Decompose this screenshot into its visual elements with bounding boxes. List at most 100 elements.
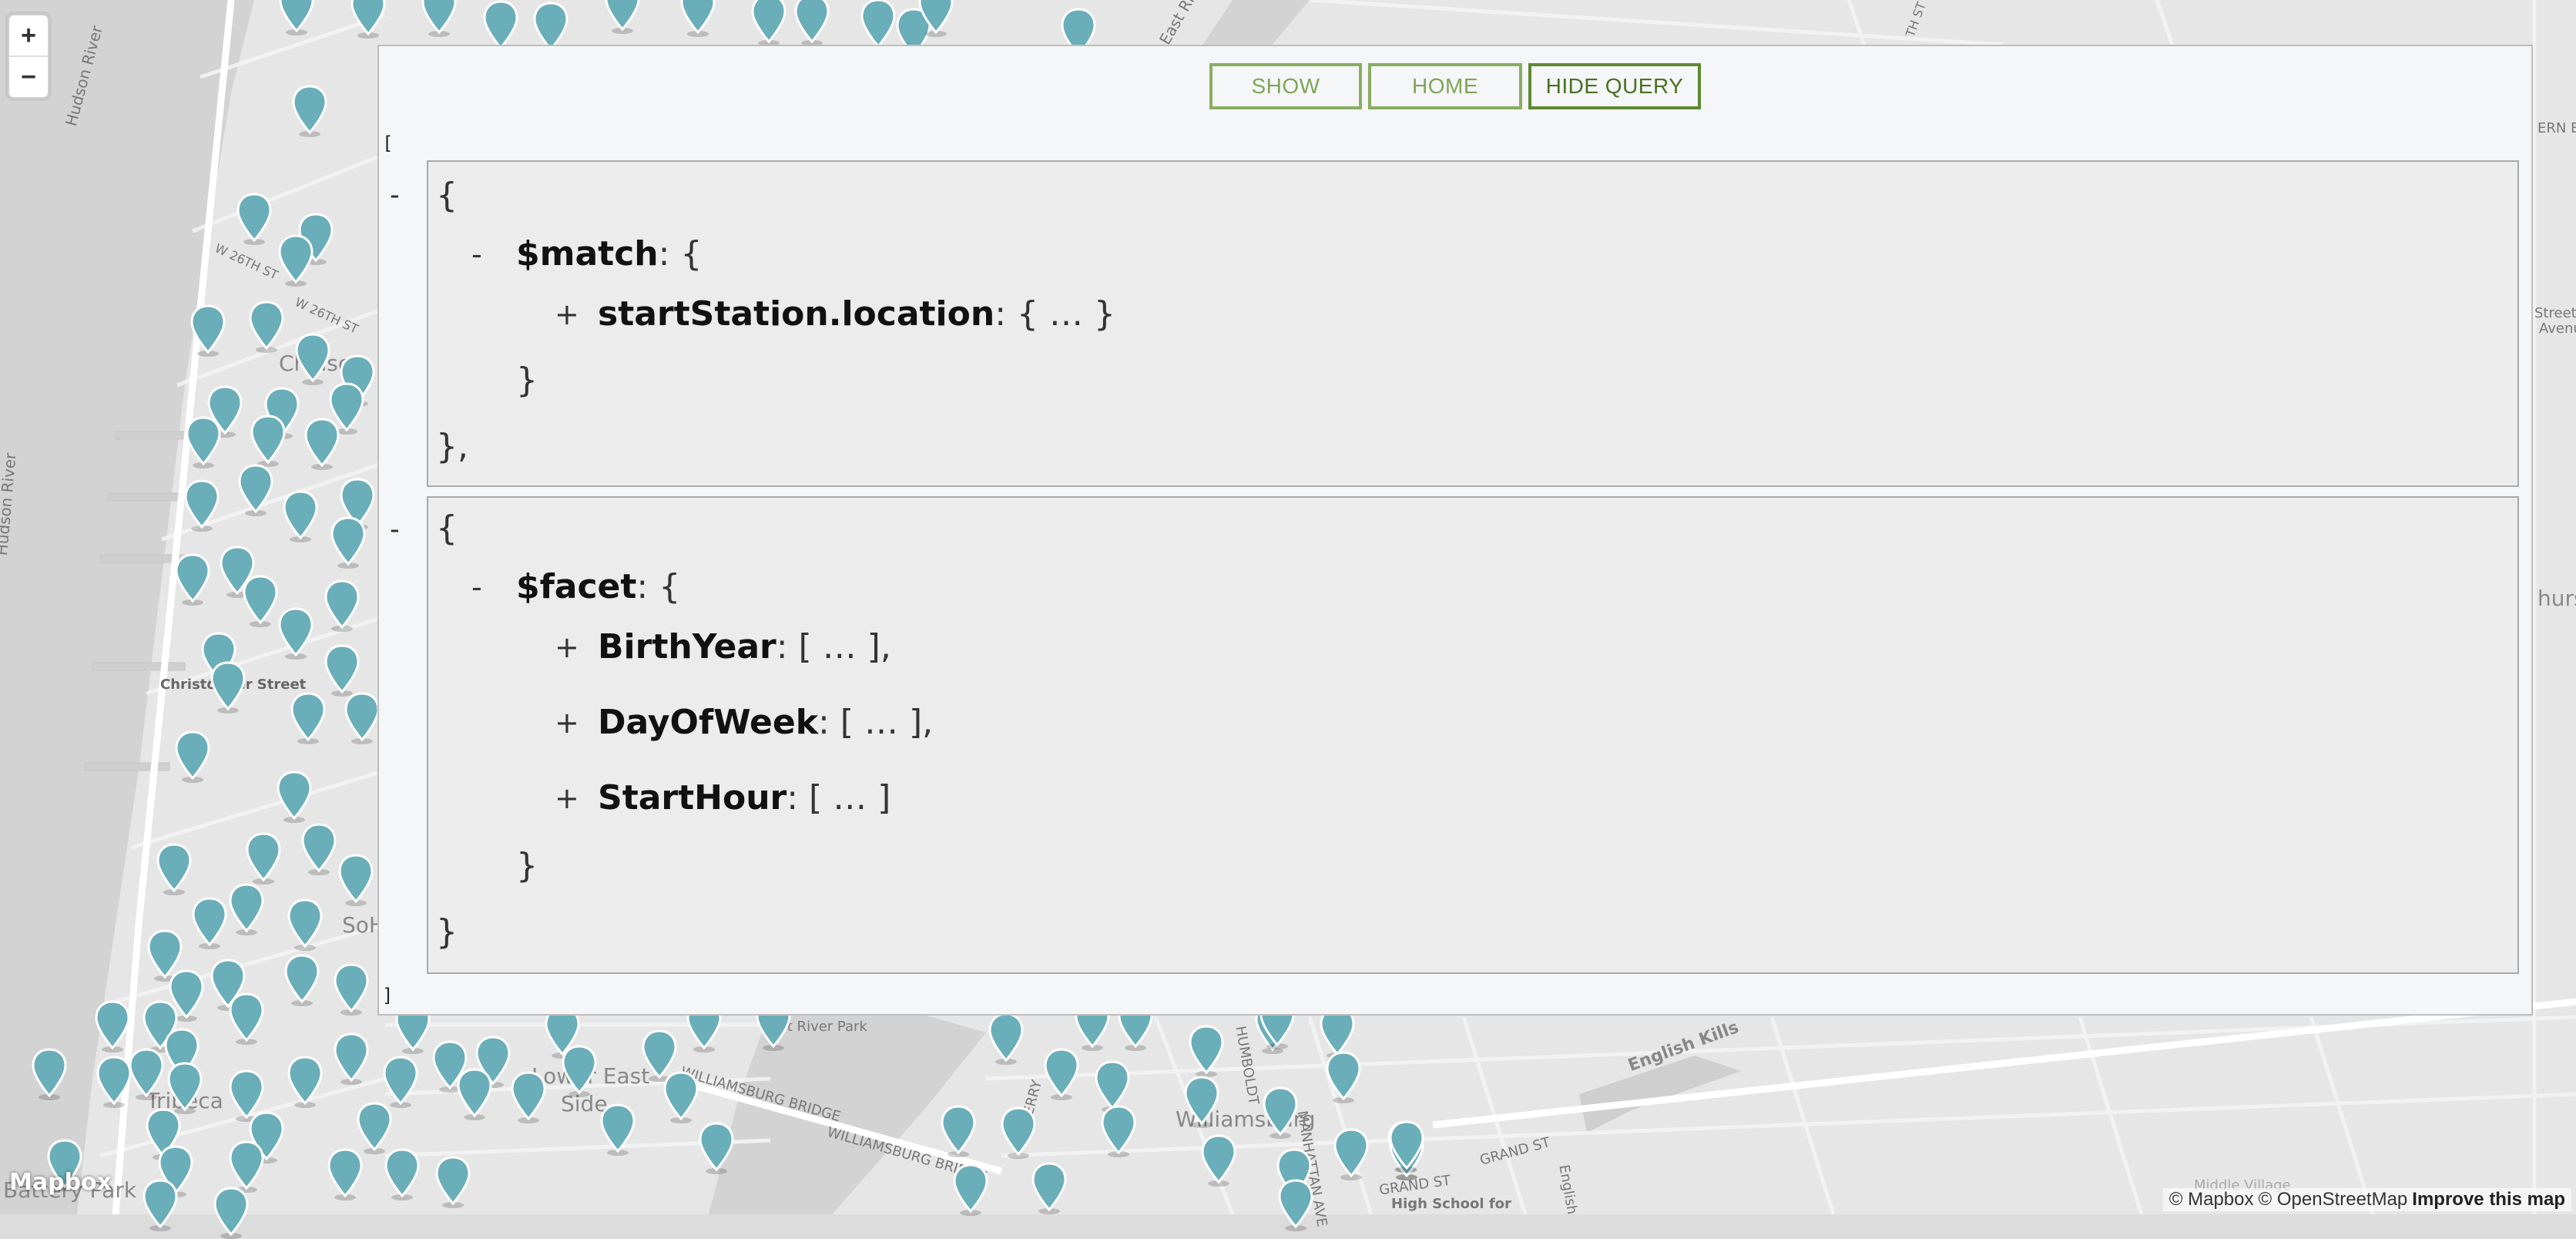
station-marker-icon[interactable]: [236, 193, 273, 245]
station-marker-icon[interactable]: [1325, 1051, 1362, 1103]
map-label: hurst: [2537, 586, 2576, 611]
station-marker-icon[interactable]: [1333, 1128, 1370, 1180]
attribution-osm-link[interactable]: © OpenStreetMap: [2259, 1189, 2408, 1210]
station-marker-icon[interactable]: [1262, 1086, 1299, 1139]
station-marker-icon[interactable]: [333, 963, 370, 1016]
station-marker-icon[interactable]: [183, 479, 220, 532]
stage-collapse-toggle[interactable]: -: [390, 513, 400, 546]
station-marker-icon[interactable]: [679, 0, 716, 37]
station-marker-icon[interactable]: [793, 0, 830, 46]
station-marker-icon[interactable]: [174, 553, 211, 606]
station-marker-icon[interactable]: [1031, 1162, 1068, 1214]
station-marker-icon[interactable]: [190, 304, 226, 357]
station-marker-icon[interactable]: [330, 516, 367, 569]
station-marker-icon[interactable]: [213, 1187, 250, 1239]
pipeline-stage-match: { - $match: { + startStation.location: {…: [427, 160, 2519, 487]
station-marker-icon[interactable]: [248, 301, 285, 353]
station-marker-icon[interactable]: [952, 1163, 989, 1216]
station-marker-icon[interactable]: [1200, 1134, 1237, 1187]
station-marker-icon[interactable]: [282, 490, 319, 542]
station-marker-icon[interactable]: [191, 897, 228, 949]
station-marker-icon[interactable]: [510, 1071, 547, 1123]
station-marker-icon[interactable]: [344, 692, 381, 744]
station-marker-icon[interactable]: [287, 1056, 324, 1108]
field-expand-toggle[interactable]: +: [555, 781, 579, 815]
field-line: BirthYear: [ … ],: [598, 627, 891, 667]
station-marker-icon[interactable]: [237, 464, 274, 516]
station-marker-icon[interactable]: [434, 1156, 471, 1208]
station-marker-icon[interactable]: [142, 1179, 179, 1231]
station-marker-icon[interactable]: [384, 1148, 421, 1200]
station-marker-icon[interactable]: [278, 0, 315, 35]
station-marker-icon[interactable]: [277, 607, 314, 660]
improve-map-link[interactable]: Improve this map: [2412, 1189, 2565, 1210]
station-marker-icon[interactable]: [421, 0, 458, 37]
station-marker-icon[interactable]: [382, 1056, 419, 1108]
hide-query-button[interactable]: HIDE QUERY: [1528, 63, 1701, 109]
station-marker-icon[interactable]: [287, 898, 324, 951]
station-marker-icon[interactable]: [337, 854, 374, 906]
station-marker-icon[interactable]: [698, 1122, 735, 1174]
station-marker-icon[interactable]: [750, 0, 787, 46]
station-marker-icon[interactable]: [304, 418, 340, 470]
station-marker-icon[interactable]: [290, 692, 327, 744]
station-marker-icon[interactable]: [228, 992, 265, 1045]
station-marker-icon[interactable]: [1183, 1076, 1220, 1128]
station-marker-icon[interactable]: [277, 234, 314, 287]
show-button[interactable]: SHOW: [1209, 63, 1362, 109]
station-marker-icon[interactable]: [327, 1148, 364, 1200]
station-marker-icon[interactable]: [662, 1071, 699, 1123]
station-marker-icon[interactable]: [276, 771, 313, 823]
station-marker-icon[interactable]: [456, 1068, 493, 1120]
station-marker-icon[interactable]: [940, 1105, 977, 1157]
station-marker-icon[interactable]: [250, 415, 287, 467]
station-marker-icon[interactable]: [988, 1012, 1025, 1065]
station-marker-icon[interactable]: [228, 1140, 265, 1193]
station-marker-icon[interactable]: [1100, 1105, 1137, 1157]
station-marker-icon[interactable]: [604, 0, 641, 34]
field-expand-toggle[interactable]: +: [555, 297, 579, 331]
station-marker-icon[interactable]: [128, 1048, 165, 1100]
station-marker-icon[interactable]: [245, 832, 282, 885]
operator-collapse-toggle[interactable]: -: [471, 570, 482, 604]
zoom-in-button[interactable]: +: [9, 15, 48, 55]
stage-collapse-toggle[interactable]: -: [390, 179, 400, 212]
station-marker-icon[interactable]: [94, 1000, 131, 1053]
station-marker-icon[interactable]: [291, 85, 328, 137]
station-marker-icon[interactable]: [31, 1048, 68, 1100]
mapbox-logo[interactable]: Mapbox: [9, 1169, 112, 1196]
field-key: startStation.location: [598, 294, 995, 334]
station-marker-icon[interactable]: [561, 1045, 598, 1097]
station-marker-icon[interactable]: [860, 0, 897, 51]
station-marker-icon[interactable]: [166, 1062, 203, 1114]
station-marker-icon[interactable]: [1000, 1106, 1037, 1159]
station-marker-icon[interactable]: [356, 1102, 393, 1154]
station-marker-icon[interactable]: [599, 1103, 636, 1156]
home-button[interactable]: HOME: [1368, 63, 1522, 109]
station-marker-icon[interactable]: [1388, 1120, 1425, 1173]
station-marker-icon[interactable]: [300, 823, 337, 875]
field-expand-toggle[interactable]: +: [555, 706, 579, 740]
station-marker-icon[interactable]: [1043, 1048, 1080, 1100]
station-marker-icon[interactable]: [228, 883, 265, 935]
station-marker-icon[interactable]: [242, 575, 279, 627]
station-marker-icon[interactable]: [96, 1056, 132, 1108]
station-marker-icon[interactable]: [156, 843, 193, 895]
stage-close-brace: },: [436, 427, 468, 466]
station-marker-icon[interactable]: [174, 730, 211, 783]
station-marker-icon[interactable]: [917, 0, 954, 37]
station-marker-icon[interactable]: [294, 333, 331, 385]
operator-collapse-toggle[interactable]: -: [471, 237, 482, 271]
zoom-out-button[interactable]: −: [9, 55, 48, 97]
station-marker-icon[interactable]: [1277, 1179, 1314, 1231]
station-marker-icon[interactable]: [283, 954, 320, 1006]
station-marker-icon[interactable]: [324, 579, 361, 632]
field-expand-toggle[interactable]: +: [555, 630, 579, 664]
station-marker-icon[interactable]: [324, 644, 361, 697]
station-marker-icon[interactable]: [333, 1032, 370, 1085]
station-marker-icon[interactable]: [210, 661, 247, 714]
station-marker-icon[interactable]: [350, 0, 387, 39]
station-marker-icon[interactable]: [185, 416, 222, 468]
attribution-mapbox-link[interactable]: © Mapbox: [2169, 1189, 2254, 1210]
station-marker-icon[interactable]: [1188, 1025, 1225, 1077]
